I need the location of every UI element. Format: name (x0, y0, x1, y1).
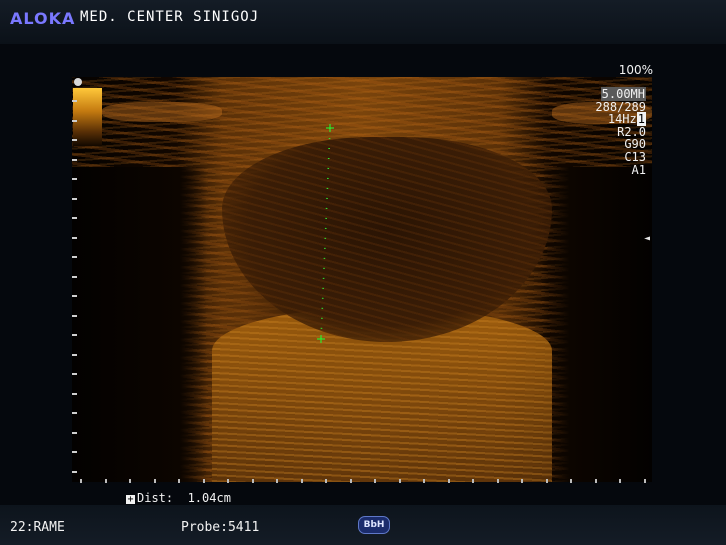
depth-tick (72, 334, 77, 336)
lateral-tick (349, 479, 352, 483)
depth-tick (72, 119, 77, 122)
lateral-tick (594, 479, 597, 483)
lateral-ruler (80, 479, 650, 483)
depth-tick (72, 373, 77, 375)
lateral-tick (374, 479, 376, 483)
right-shadow (542, 167, 652, 482)
depth-tick (72, 295, 77, 297)
lateral-tick (300, 479, 303, 483)
distance-label: Dist: (137, 491, 174, 505)
depth-scale (72, 100, 78, 485)
lateral-tick (423, 479, 425, 483)
depth-tick (72, 178, 77, 180)
lateral-tick (80, 479, 82, 483)
distance-value: 1.04cm (187, 491, 231, 505)
lateral-tick (472, 479, 474, 483)
lateral-tick (570, 479, 572, 483)
depth-tick (72, 256, 77, 258)
contrast-value: C13 (624, 149, 646, 164)
lateral-tick (202, 479, 205, 483)
depth-tick (72, 275, 77, 278)
center-name: MED. CENTER SINIGOJ (80, 9, 260, 25)
left-shadow (72, 167, 207, 482)
a-value: A1 (631, 162, 646, 177)
depth-tick (72, 353, 77, 356)
lateral-tick (104, 479, 107, 483)
depth-tick (72, 314, 77, 317)
depth-tick (72, 139, 77, 141)
hypoechoic-lesion (222, 137, 552, 342)
lateral-tick (153, 479, 156, 483)
depth-tick (72, 392, 77, 395)
lateral-tick (496, 479, 499, 483)
tissue-layer-left (102, 102, 222, 122)
depth-tick (72, 236, 77, 239)
bbh-badge[interactable]: BbH (358, 516, 390, 534)
depth-tick (72, 431, 77, 434)
probe-label: Probe:5411 (181, 520, 260, 535)
ultrasound-image[interactable] (72, 77, 652, 482)
brand-logo: ALOKA (10, 9, 76, 28)
lateral-tick (325, 479, 327, 483)
status-bar: 22:RAME Probe:5411 BbH (0, 505, 726, 545)
depth-tick (72, 217, 77, 219)
lateral-tick (643, 479, 646, 483)
depth-tick (72, 197, 77, 200)
preset-label: 22:RAME (10, 520, 65, 535)
lateral-tick (251, 479, 254, 483)
depth-tick (72, 470, 77, 473)
lateral-tick (447, 479, 450, 483)
lateral-tick (178, 479, 180, 483)
lateral-tick (227, 479, 229, 483)
lateral-tick (398, 479, 401, 483)
caliper-marker-icon: + (126, 494, 135, 505)
depth-tick (72, 100, 77, 102)
lateral-tick (129, 479, 131, 483)
depth-tick (72, 451, 77, 453)
lateral-tick (276, 479, 278, 483)
probe-orientation-dot (74, 78, 82, 86)
parameter-panel: 5.00MH 288/289 14Hz1 R2.0 G90 C13 A1 (595, 87, 646, 177)
focus-marker-icon[interactable]: ◄ (644, 233, 650, 244)
frequency-value: 5.00MH (600, 87, 646, 101)
zoom-level: 100% (618, 63, 653, 77)
header-bar: ALOKA MED. CENTER SINIGOJ (0, 0, 726, 44)
lateral-tick (545, 479, 548, 483)
distance-readout: + Dist: 1.04cm (126, 491, 231, 505)
lateral-tick (521, 479, 523, 483)
depth-tick (72, 412, 77, 414)
lateral-tick (619, 479, 621, 483)
depth-tick (72, 158, 77, 161)
